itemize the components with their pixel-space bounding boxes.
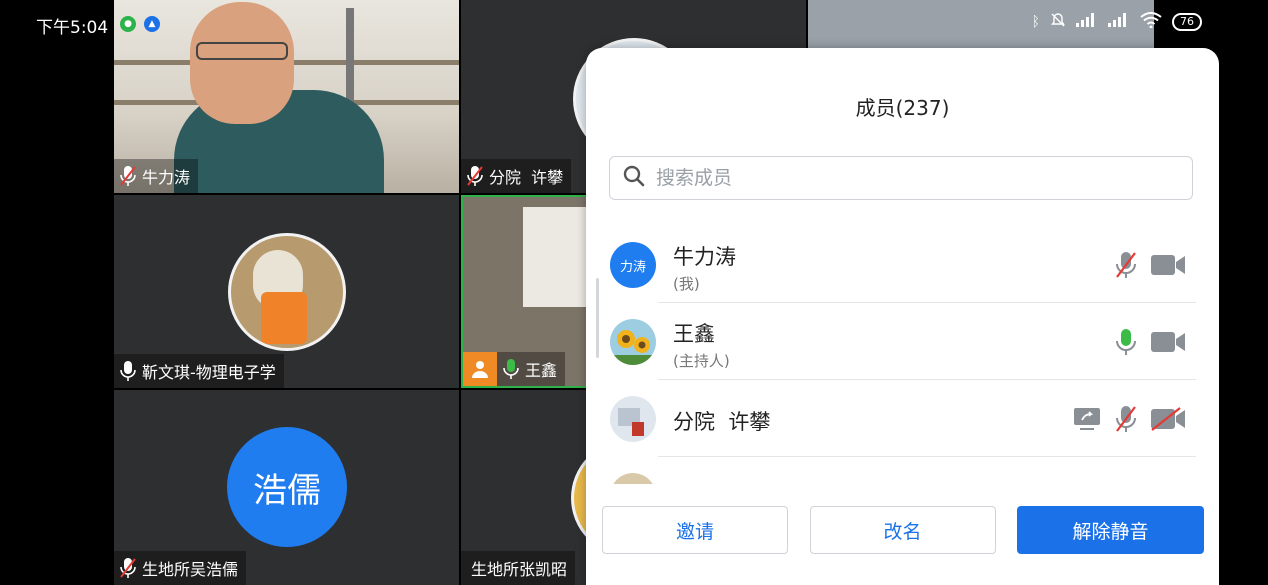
signal-icon-2 bbox=[1108, 13, 1130, 31]
wechat-icon: ● bbox=[120, 16, 136, 32]
member-row[interactable]: 力涛 牛力涛 (我) bbox=[610, 226, 1196, 303]
members-list: 力涛 牛力涛 (我) 王鑫 (主持人) 分院 许攀 bbox=[610, 226, 1196, 484]
status-bar: 下午5:04 ● ▲ ᛒ 76 bbox=[0, 0, 1268, 48]
camera-icon[interactable] bbox=[1150, 330, 1186, 358]
status-app-icons: ● ▲ bbox=[120, 16, 160, 32]
member-controls bbox=[1114, 327, 1186, 361]
tile-name: 王鑫 bbox=[525, 361, 558, 380]
cup-image bbox=[261, 292, 307, 344]
camera-icon[interactable] bbox=[1150, 253, 1186, 281]
camera-off-icon[interactable] bbox=[1150, 407, 1186, 435]
member-avatar bbox=[610, 473, 656, 484]
status-time: 下午5:04 bbox=[36, 18, 109, 38]
tile-name: 生地所吴浩儒 bbox=[142, 560, 239, 579]
member-avatar: 力涛 bbox=[610, 242, 656, 288]
battery-indicator: 76 bbox=[1172, 13, 1202, 31]
tile-name-bar: 生地所张凯昭 bbox=[461, 551, 576, 585]
tile-name-bar: 王鑫 bbox=[463, 352, 566, 386]
tile-name: 牛力涛 bbox=[142, 168, 191, 187]
member-controls bbox=[1114, 250, 1186, 284]
search-box[interactable] bbox=[609, 156, 1193, 200]
mic-muted-icon[interactable] bbox=[1114, 250, 1138, 284]
signal-icon bbox=[1076, 13, 1098, 31]
member-role: (主持人) bbox=[673, 352, 730, 370]
status-right: ᛒ 76 bbox=[1032, 12, 1202, 32]
mic-active-icon bbox=[503, 358, 519, 380]
screen-share-icon[interactable] bbox=[1072, 406, 1102, 436]
host-badge-icon bbox=[463, 352, 497, 386]
member-row[interactable]: 王鑫 (主持人) bbox=[610, 303, 1196, 380]
rename-button[interactable]: 改名 bbox=[809, 506, 996, 554]
tile-name: 靳文琪-物理电子学 bbox=[142, 363, 276, 382]
tile-name-bar: 牛力涛 bbox=[114, 159, 199, 193]
member-row[interactable] bbox=[610, 457, 1196, 484]
member-name: 牛力涛 bbox=[673, 245, 736, 269]
tile-name-bar: 靳文琪-物理电子学 bbox=[114, 354, 284, 388]
video-tile-4[interactable]: 靳文琪-物理电子学 bbox=[114, 195, 459, 388]
member-avatar bbox=[610, 396, 656, 442]
search-icon bbox=[622, 164, 646, 192]
mic-muted-icon bbox=[120, 557, 136, 579]
wifi-icon bbox=[1140, 12, 1162, 32]
mic-icon bbox=[120, 360, 136, 382]
bluetooth-icon: ᛒ bbox=[1031, 14, 1040, 30]
bell-muted-icon bbox=[1050, 12, 1066, 32]
members-panel: 成员(237) 力涛 牛力涛 (我) bbox=[586, 48, 1219, 585]
mic-active-icon[interactable] bbox=[1114, 327, 1138, 361]
member-row[interactable]: 分院 许攀 bbox=[610, 380, 1196, 457]
video-tile-6[interactable]: 浩儒 生地所吴浩儒 bbox=[114, 390, 459, 585]
panel-buttons: 邀请 改名 解除静音 bbox=[602, 506, 1204, 554]
participant-avatar bbox=[228, 233, 346, 351]
initials-avatar: 浩儒 bbox=[227, 427, 347, 547]
tile-name-bar: 分院 许攀 bbox=[461, 159, 572, 193]
member-name: 王鑫 bbox=[673, 322, 715, 346]
member-name: 分院 许攀 bbox=[673, 410, 771, 434]
mic-muted-icon bbox=[120, 165, 136, 187]
panel-title: 成员(237) bbox=[855, 96, 950, 120]
member-controls bbox=[1072, 404, 1186, 438]
unmute-all-button[interactable]: 解除静音 bbox=[1017, 506, 1204, 554]
tile-name-bar: 生地所吴浩儒 bbox=[114, 551, 247, 585]
mic-muted-icon bbox=[467, 165, 483, 187]
search-input[interactable] bbox=[654, 166, 1158, 190]
member-avatar bbox=[610, 319, 656, 365]
member-role: (我) bbox=[673, 275, 700, 293]
tile-name: 生地所张凯昭 bbox=[471, 560, 568, 579]
meeting-app-icon: ▲ bbox=[144, 16, 160, 32]
invite-button[interactable]: 邀请 bbox=[602, 506, 788, 554]
tile-name: 分院 许攀 bbox=[489, 168, 564, 187]
mic-muted-icon[interactable] bbox=[1114, 404, 1138, 438]
scrollbar[interactable] bbox=[596, 278, 599, 358]
